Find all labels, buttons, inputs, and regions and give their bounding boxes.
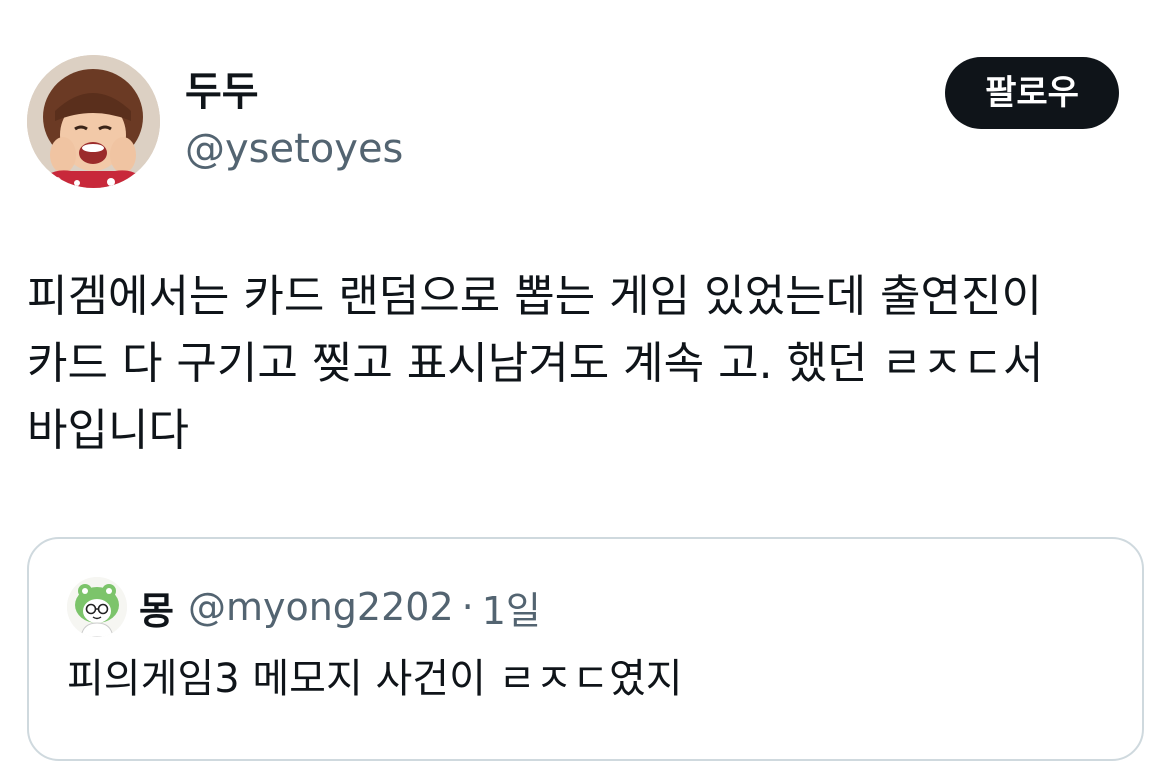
follow-button[interactable]: 팔로우 [945,57,1119,129]
quote-avatar-drawing [67,577,127,637]
tweet-text-line: 카드 다 구기고 찢고 표시남겨도 계속 고. 했던 ㄹㅈㄷ서 [27,338,1044,389]
tweet-text-line: 피겜에서는 카드 랜덤으로 뽑는 게임 있었는데 출연진이 [27,271,1042,322]
quote-separator: · [461,585,474,629]
quote-author-avatar[interactable] [67,577,127,637]
author-avatar[interactable] [27,55,160,188]
tweet-text: 피겜에서는 카드 랜덤으로 뽑는 게임 있었는데 출연진이 카드 다 구기고 찢… [27,263,1142,464]
quoted-tweet-card[interactable]: 몽 @myong2202 · 1일 피의게임3 메모지 사건이 ㄹㅈㄷ였지 [27,537,1144,761]
quote-timestamp[interactable]: 1일 [482,580,541,635]
quote-text: 피의게임3 메모지 사건이 ㄹㅈㄷ였지 [67,656,683,702]
avatar-photo [27,55,160,188]
quote-author-handle[interactable]: @myong2202 [188,585,454,629]
tweet-text-line: 바입니다 [27,405,189,456]
quote-author-display-name[interactable]: 몽 [139,580,174,635]
author-display-name[interactable]: 두두 [185,68,259,116]
quote-header: 몽 @myong2202 · 1일 [139,581,541,633]
author-handle[interactable]: @ysetoyes [185,125,403,173]
